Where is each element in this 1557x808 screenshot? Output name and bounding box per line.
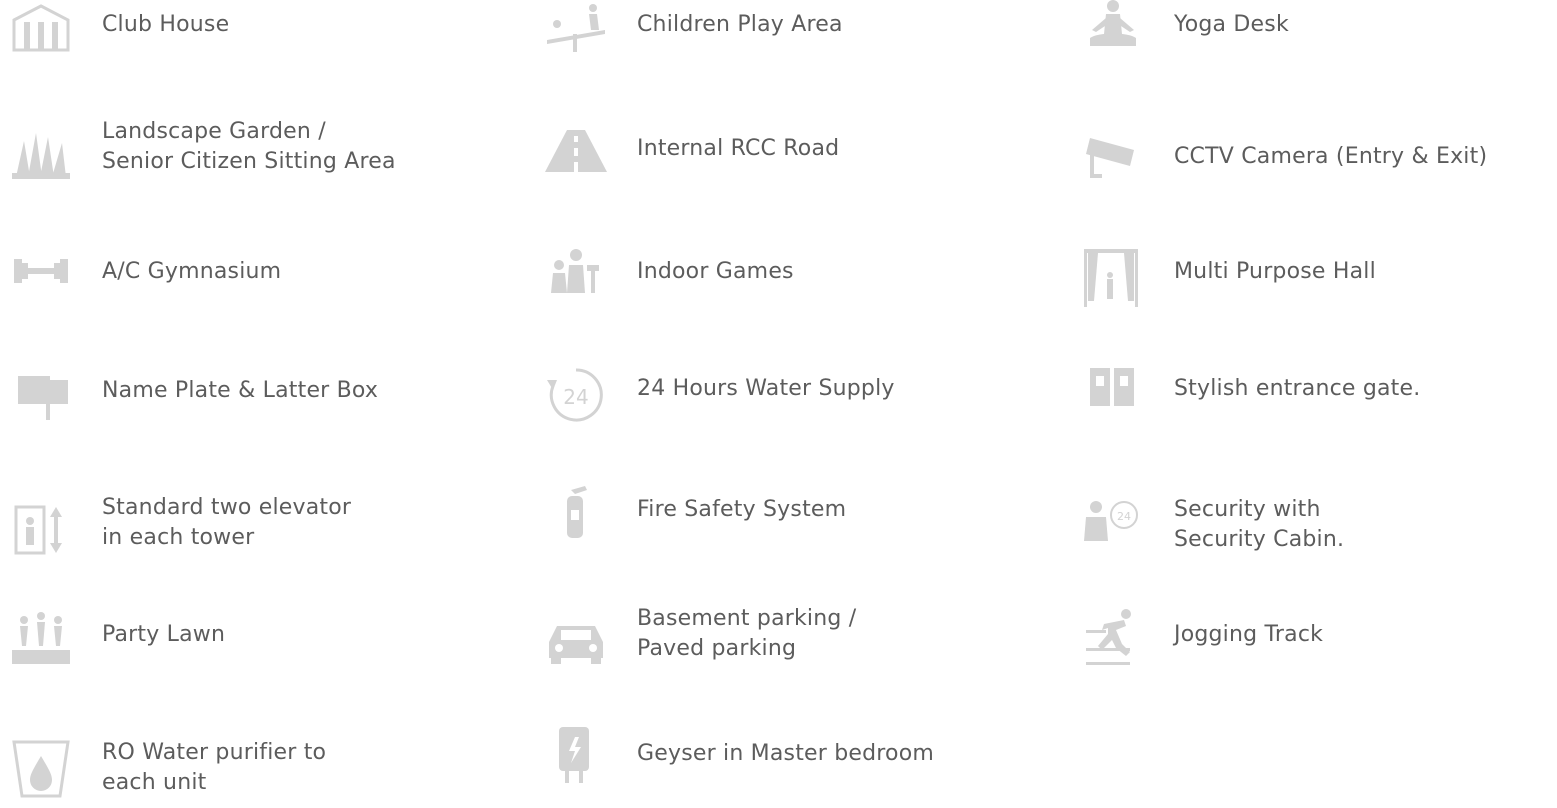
club-house-icon xyxy=(10,0,72,62)
amenity-label: Name Plate & Latter Box xyxy=(102,376,378,406)
amenity-label-line: Geyser in Master bedroom xyxy=(637,741,934,766)
car-icon xyxy=(545,608,607,670)
amenity-label-line: Senior Citizen Sitting Area xyxy=(102,149,396,174)
amenity-label-line: in each tower xyxy=(102,525,255,550)
amenity-label: Standard two elevator in each tower xyxy=(102,493,351,553)
amenity-label: Security with Security Cabin. xyxy=(1174,495,1344,555)
amenity-label: Club House xyxy=(102,10,229,40)
children-play-icon xyxy=(545,0,607,62)
clock-24-icon: 24 xyxy=(545,364,607,426)
amenity-label-line: Stylish entrance gate. xyxy=(1174,376,1421,401)
amenity-label: 24 Hours Water Supply xyxy=(637,374,895,404)
amenity-label-line: Security Cabin. xyxy=(1174,527,1345,552)
amenity-label-line: Indoor Games xyxy=(637,259,794,284)
amenity-label: Children Play Area xyxy=(637,10,843,40)
amenity-label-line: Standard two elevator xyxy=(102,495,352,520)
chess-icon xyxy=(545,243,607,305)
water-drop-icon xyxy=(10,738,72,800)
amenity-label: Geyser in Master bedroom xyxy=(637,739,934,769)
amenity-label-line: Name Plate & Latter Box xyxy=(102,378,379,403)
svg-text:24: 24 xyxy=(1117,510,1131,523)
amenity-label-line: Security with xyxy=(1174,497,1321,522)
security-guard-icon: 24 xyxy=(1082,495,1144,557)
mailbox-icon xyxy=(10,362,72,424)
amenity-label-line: Fire Safety System xyxy=(637,497,847,522)
geyser-icon xyxy=(545,725,607,787)
elevator-icon xyxy=(10,499,72,561)
party-icon xyxy=(10,606,72,668)
amenity-label-line: Internal RCC Road xyxy=(637,136,840,161)
amenity-label: Fire Safety System xyxy=(637,495,846,525)
amenity-label: Yoga Desk xyxy=(1174,10,1289,40)
amenity-label-line: Party Lawn xyxy=(102,622,226,647)
amenity-label: RO Water purifier to each unit xyxy=(102,738,326,798)
amenity-label-line: Basement parking / xyxy=(637,606,857,631)
amenity-label-line: Multi Purpose Hall xyxy=(1174,259,1376,284)
dumbbell-icon xyxy=(10,241,72,303)
yoga-icon xyxy=(1082,0,1144,58)
amenity-label: Jogging Track xyxy=(1174,620,1323,650)
gate-icon xyxy=(1082,362,1144,424)
amenity-label: Multi Purpose Hall xyxy=(1174,257,1376,287)
hall-curtain-icon xyxy=(1082,245,1144,307)
amenity-label-line: each unit xyxy=(102,770,207,795)
amenity-label: Stylish entrance gate. xyxy=(1174,374,1420,404)
amenity-label-line: Paved parking xyxy=(637,636,797,661)
runner-icon xyxy=(1082,606,1144,668)
amenity-label: CCTV Camera (Entry & Exit) xyxy=(1174,142,1487,172)
amenity-label: A/C Gymnasium xyxy=(102,257,281,287)
amenity-label-line: RO Water purifier to xyxy=(102,740,327,765)
amenity-label-line: Jogging Track xyxy=(1174,622,1324,647)
amenity-label: Party Lawn xyxy=(102,620,225,650)
amenity-label: Internal RCC Road xyxy=(637,134,839,164)
amenity-label-line: CCTV Camera (Entry & Exit) xyxy=(1174,144,1488,169)
amenity-label-line: Yoga Desk xyxy=(1174,12,1289,37)
amenity-label-line: A/C Gymnasium xyxy=(102,259,282,284)
garden-icon xyxy=(10,123,72,185)
amenity-label-line: 24 Hours Water Supply xyxy=(637,376,895,401)
amenity-label-line: Club House xyxy=(102,12,230,37)
svg-text:24: 24 xyxy=(563,385,588,409)
fire-extinguisher-icon xyxy=(545,482,607,544)
cctv-camera-icon xyxy=(1082,128,1144,190)
amenity-label-line: Children Play Area xyxy=(637,12,843,37)
road-icon xyxy=(545,118,607,180)
amenity-label: Indoor Games xyxy=(637,257,794,287)
amenity-label: Landscape Garden / Senior Citizen Sittin… xyxy=(102,117,396,177)
amenity-label: Basement parking / Paved parking xyxy=(637,604,856,664)
amenity-label-line: Landscape Garden / xyxy=(102,119,326,144)
